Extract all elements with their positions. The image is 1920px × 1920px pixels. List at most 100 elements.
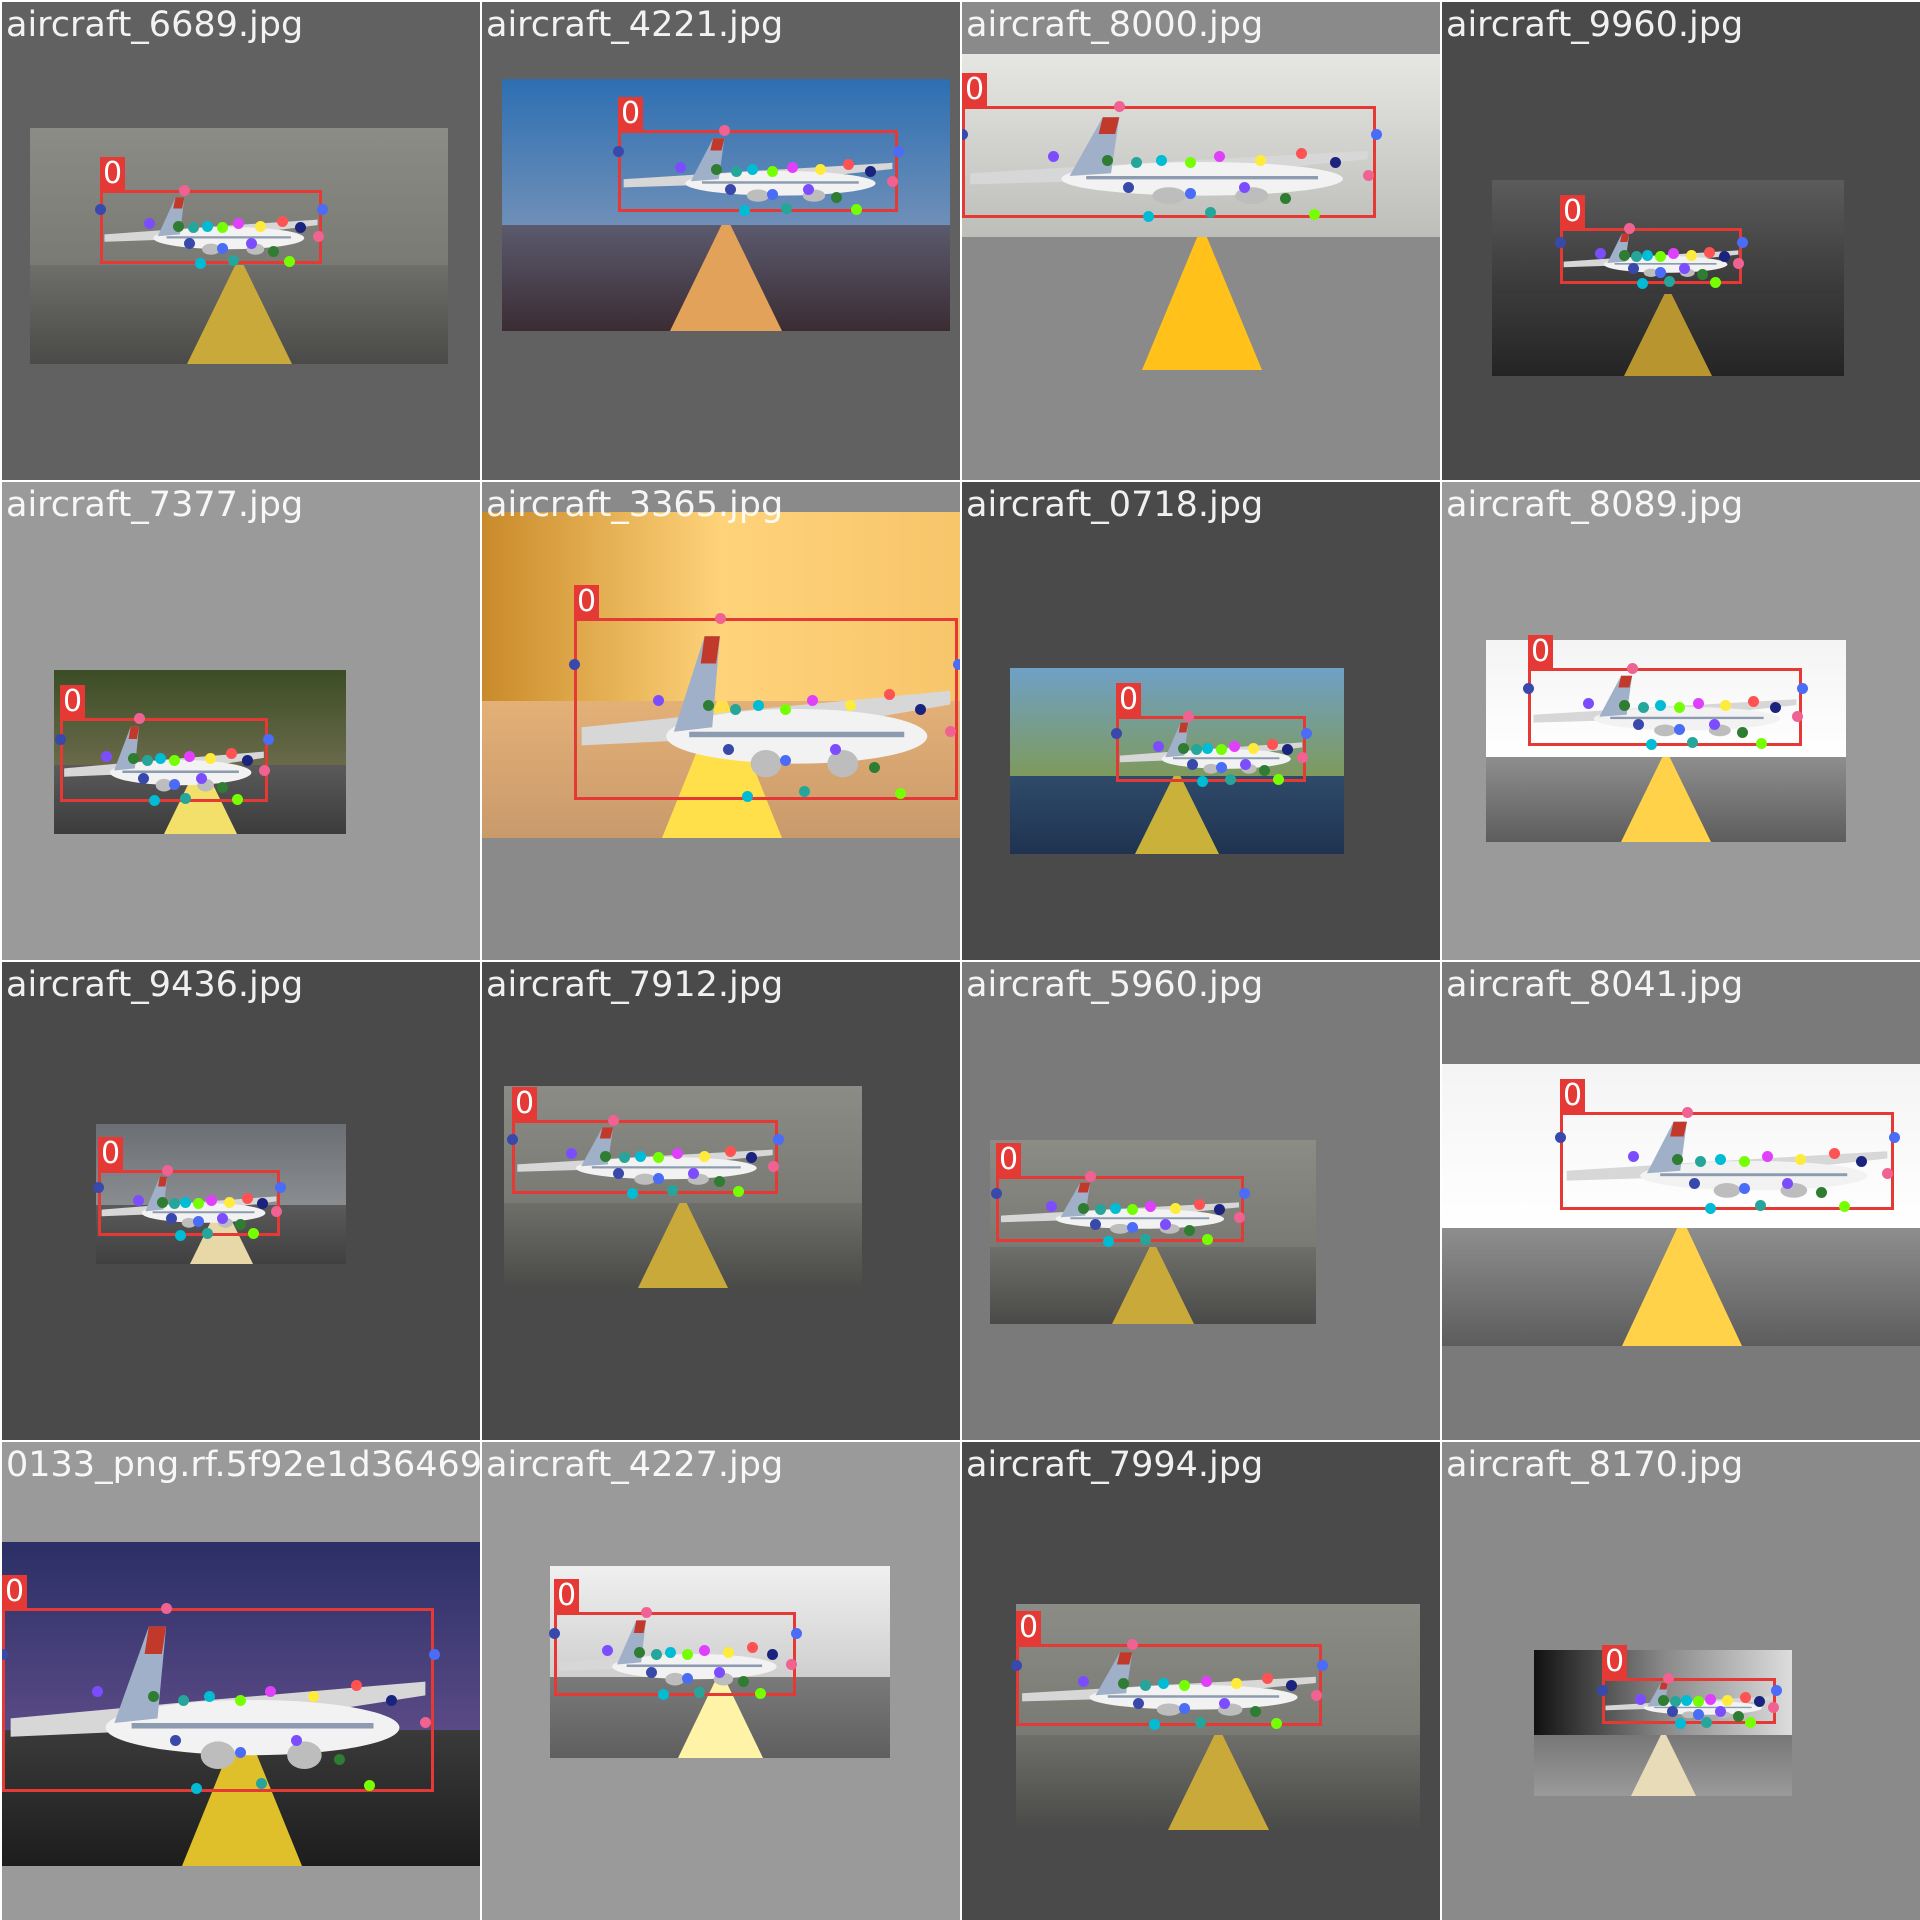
keypoint [386,1695,397,1706]
keypoint [1719,251,1730,262]
keypoint [265,1686,276,1697]
mosaic-tile: 0 aircraft_7912.jpg [482,962,960,1440]
keypoint [1555,237,1566,248]
keypoint [180,1197,191,1208]
keypoint [1216,762,1227,773]
keypoint [224,1197,235,1208]
keypoint [1231,1678,1242,1689]
mosaic-tile: 0 aircraft_6689.jpg [2,2,480,480]
image-filename: aircraft_4221.jpg [486,5,784,45]
keypoint [1158,1678,1169,1689]
keypoint [1178,743,1189,754]
keypoint [317,204,328,215]
keypoint [1297,752,1308,763]
keypoint [1667,1706,1678,1717]
keypoint [1722,1695,1733,1706]
image-filename: aircraft_8000.jpg [966,5,1264,45]
keypoint [1697,269,1708,280]
keypoint [1619,250,1630,261]
keypoint [1239,1188,1250,1199]
keypoint [895,788,906,799]
image-filename: aircraft_6689.jpg [6,5,304,45]
keypoint [1282,744,1293,755]
keypoint [807,695,818,706]
keypoint [202,1228,213,1239]
keypoint [1216,744,1227,755]
keypoint [1674,724,1685,735]
keypoint [257,1198,268,1209]
keypoint [55,734,66,745]
keypoint [256,1778,267,1789]
keypoint [157,1197,168,1208]
keypoint [1655,267,1666,278]
keypoint [175,1230,186,1241]
keypoint [1179,1703,1190,1714]
class-label: 0 [574,585,600,619]
keypoint [1271,1718,1282,1729]
keypoint [694,1687,705,1698]
keypoint [1133,1698,1144,1709]
keypoint [893,146,904,157]
keypoint [1110,1203,1121,1214]
keypoint [235,1219,246,1230]
keypoint [1185,188,1196,199]
keypoint [723,744,734,755]
keypoint [869,762,880,773]
keypoint [184,238,195,249]
keypoint [719,125,730,136]
mosaic-tile: 0 aircraft_7994.jpg [962,1442,1440,1920]
keypoint [803,184,814,195]
keypoint [248,1228,259,1239]
keypoint [1792,711,1803,722]
keypoint [1156,155,1167,166]
keypoint [1170,1203,1181,1214]
keypoint [255,221,266,232]
keypoint [161,1603,172,1614]
keypoint [308,1691,319,1702]
keypoint [507,1134,518,1145]
keypoint [1102,155,1113,166]
keypoint [232,794,243,805]
keypoint [699,1151,710,1162]
keypoint [767,1649,778,1660]
keypoint [1183,711,1194,722]
keypoint [1153,741,1164,752]
image-filename: aircraft_7377.jpg [6,485,304,525]
keypoint [1754,1696,1765,1707]
keypoint [1733,1711,1744,1722]
keypoint [1681,1695,1692,1706]
keypoint [667,1185,678,1196]
keypoint [1185,157,1196,168]
image-filename: aircraft_7912.jpg [486,965,784,1005]
keypoint [226,748,237,759]
keypoint [1642,250,1653,261]
keypoint [1829,1148,1840,1159]
keypoint [1262,1673,1273,1684]
keypoint [675,162,686,173]
keypoint [1123,182,1134,193]
class-label: 0 [962,73,988,107]
keypoint [747,1642,758,1653]
image-filename: aircraft_7994.jpg [966,1445,1264,1485]
keypoint [1225,774,1236,785]
keypoint [1523,683,1534,694]
keypoint [549,1628,560,1639]
keypoint [1597,1685,1608,1696]
keypoint [851,204,862,215]
keypoint [830,744,841,755]
keypoint [953,659,960,670]
keypoint [1709,719,1720,730]
keypoint [196,773,207,784]
keypoint [1078,1676,1089,1687]
keypoint [887,176,898,187]
keypoint [1755,1200,1766,1211]
keypoint [1195,1717,1206,1728]
keypoint [188,222,199,233]
class-label: 0 [1560,195,1586,229]
keypoint [1655,700,1666,711]
keypoint [217,222,228,233]
keypoint [1160,1219,1171,1230]
keypoint [1689,1178,1700,1189]
keypoint [1214,1204,1225,1215]
keypoint [780,704,791,715]
